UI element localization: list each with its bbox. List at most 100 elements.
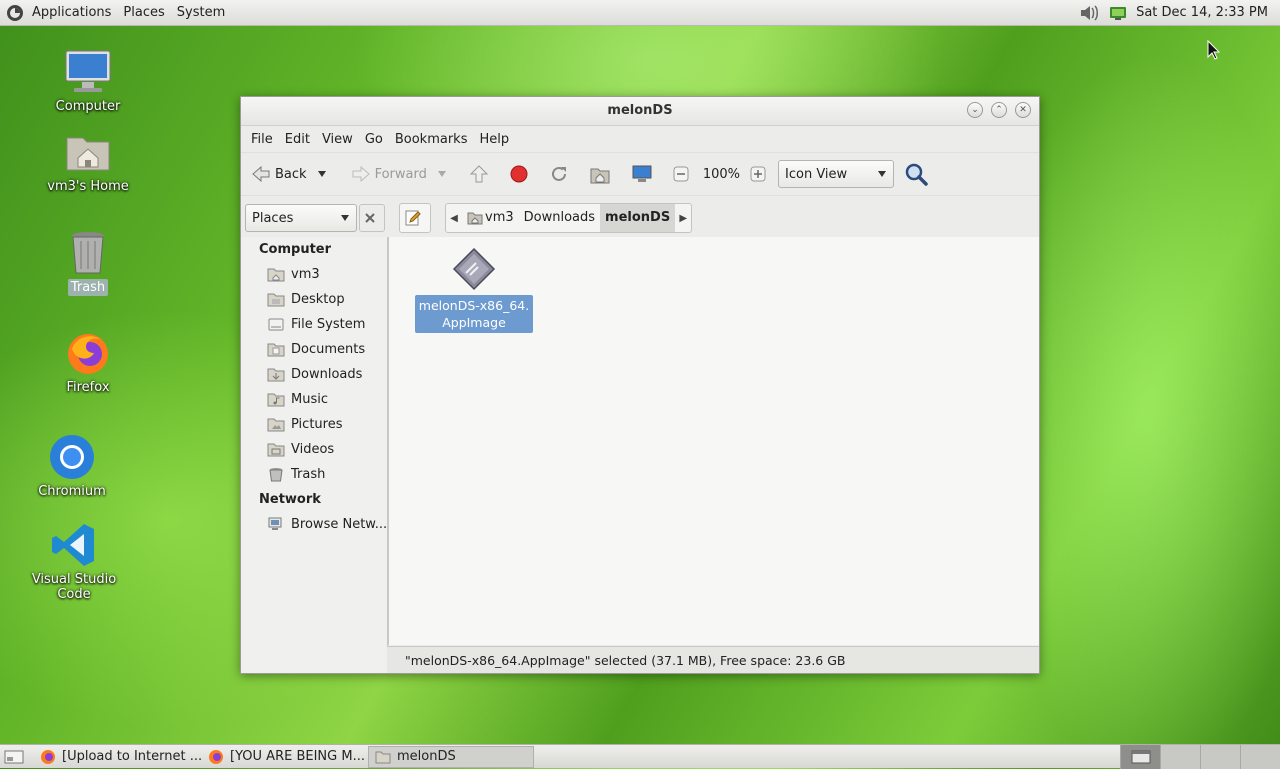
sidebar-item-trash[interactable]: Trash <box>241 462 387 487</box>
menu-edit[interactable]: Edit <box>279 132 316 147</box>
computer-icon <box>65 50 111 92</box>
sidebar-item-documents[interactable]: Documents <box>241 337 387 362</box>
folder-icon <box>267 393 285 407</box>
side-pane-label: Places <box>252 210 294 226</box>
taskbar-item-being-monitored[interactable]: [YOU ARE BEING M... <box>202 746 368 768</box>
executable-file-icon <box>452 247 496 291</box>
view-mode-select[interactable]: Icon View <box>778 160 895 188</box>
volume-icon[interactable] <box>1078 4 1100 22</box>
status-bar: "melonDS-x86_64.AppImage" selected (37.1… <box>387 646 1039 673</box>
taskbar-item-upload[interactable]: [Upload to Internet ... <box>34 746 202 768</box>
side-pane-select[interactable]: Places <box>245 204 357 232</box>
minimize-button[interactable]: ⌄ <box>967 102 983 118</box>
folder-icon <box>267 293 285 307</box>
desktop-icon-label: vm3's Home <box>47 179 129 194</box>
stop-button[interactable] <box>505 159 537 189</box>
zoom-in-icon <box>750 166 766 182</box>
folder-icon <box>267 368 285 382</box>
network-icon[interactable] <box>1108 4 1128 22</box>
clock[interactable]: Sat Dec 14, 2:33 PM <box>1136 5 1268 20</box>
forward-history-dropdown[interactable] <box>433 159 455 189</box>
top-menu: Applications Places System <box>0 0 231 26</box>
desktop-icon-chromium[interactable]: Chromium <box>17 433 127 500</box>
desktop-icon-vscode[interactable]: Visual Studio Code <box>19 521 129 603</box>
file-view[interactable]: melonDS-x86_64. AppImage <box>388 237 1039 645</box>
breadcrumb-scroll-left[interactable]: ◀ <box>446 204 462 232</box>
top-panel: Applications Places System Sat Dec 14, 2… <box>0 0 1280 26</box>
desktop-icon-computer[interactable]: Computer <box>33 48 143 115</box>
stop-icon <box>510 165 528 183</box>
sidebar-item-music[interactable]: Music <box>241 387 387 412</box>
home-button[interactable] <box>585 159 619 189</box>
bottom-panel: [Upload to Internet ... [YOU ARE BEING M… <box>0 744 1280 769</box>
firefox-icon <box>68 334 108 374</box>
distro-logo-icon[interactable] <box>6 4 24 22</box>
sidebar-item-browse-network[interactable]: Browse Netw... <box>241 512 387 537</box>
trash-icon <box>72 232 104 274</box>
trash-icon <box>269 468 283 482</box>
breadcrumb-scroll-right[interactable]: ▶ <box>675 204 691 232</box>
home-folder-icon <box>467 212 483 225</box>
window-title: melonDS <box>607 103 673 118</box>
workspace-1[interactable] <box>1120 744 1160 769</box>
breadcrumb-vm3[interactable]: vm3 <box>462 204 519 232</box>
sidebar-heading-computer: Computer <box>259 242 332 257</box>
sidebar-item-videos[interactable]: Videos <box>241 437 387 462</box>
sidebar-item-pictures[interactable]: Pictures <box>241 412 387 437</box>
breadcrumb-melonds[interactable]: melonDS <box>600 204 676 232</box>
back-label: Back <box>275 166 307 182</box>
network-icon <box>268 517 282 530</box>
sidebar-item-desktop[interactable]: Desktop <box>241 287 387 312</box>
chevron-down-icon <box>437 171 446 177</box>
maximize-button[interactable]: ⌃ <box>991 102 1007 118</box>
toggle-location-entry-button[interactable] <box>399 203 431 233</box>
menu-file[interactable]: File <box>245 132 279 147</box>
folder-icon <box>267 443 285 457</box>
drive-icon <box>268 318 284 331</box>
search-button[interactable] <box>900 159 936 189</box>
menu-help[interactable]: Help <box>473 132 515 147</box>
zoom-out-button[interactable] <box>669 159 697 189</box>
workspace-2[interactable] <box>1160 744 1200 769</box>
sidebar-item-downloads[interactable]: Downloads <box>241 362 387 387</box>
reload-button[interactable] <box>545 159 577 189</box>
back-button[interactable]: Back <box>247 159 311 189</box>
content-area: Computer vm3 Desktop File System Documen… <box>241 237 1039 673</box>
zoom-in-button[interactable] <box>746 159 774 189</box>
workspace-3[interactable] <box>1200 744 1240 769</box>
close-side-pane-button[interactable] <box>359 204 385 232</box>
zoom-level[interactable]: 100% <box>699 159 744 189</box>
firefox-icon <box>209 749 223 764</box>
back-history-dropdown[interactable] <box>313 159 335 189</box>
up-button[interactable] <box>465 159 497 189</box>
system-menu[interactable]: System <box>171 0 231 26</box>
window-titlebar[interactable]: melonDS ⌄ ⌃ ✕ <box>241 97 1039 126</box>
close-button[interactable]: ✕ <box>1015 102 1031 118</box>
desktop-icon-trash[interactable]: Trash <box>33 229 143 296</box>
breadcrumb-downloads[interactable]: Downloads <box>519 204 600 232</box>
sidebar-item-file-system[interactable]: File System <box>241 312 387 337</box>
applications-menu[interactable]: Applications <box>26 0 117 26</box>
top-panel-tray: Sat Dec 14, 2:33 PM <box>1078 4 1280 22</box>
location-bar: Places ◀ vm3 Downloads melonDS ▶ <box>241 195 1039 240</box>
computer-button[interactable] <box>627 159 661 189</box>
forward-button[interactable]: Forward <box>347 159 431 189</box>
menu-bookmarks[interactable]: Bookmarks <box>389 132 474 147</box>
places-menu[interactable]: Places <box>117 0 170 26</box>
show-desktop-button[interactable] <box>0 746 34 768</box>
desktop-icon-home[interactable]: vm3's Home <box>33 128 143 195</box>
desktop-icon-label: Trash <box>67 279 109 296</box>
menu-go[interactable]: Go <box>359 132 389 147</box>
taskbar-item-melonds[interactable]: melonDS <box>368 745 534 768</box>
breadcrumb: ◀ vm3 Downloads melonDS ▶ <box>445 203 693 233</box>
workspace-4[interactable] <box>1240 744 1280 769</box>
home-icon <box>590 168 610 184</box>
desktop-icon-firefox[interactable]: Firefox <box>33 329 143 396</box>
file-item-melonds-appimage[interactable]: melonDS-x86_64. AppImage <box>415 247 533 333</box>
menu-view[interactable]: View <box>316 132 359 147</box>
sidebar-item-vm3[interactable]: vm3 <box>241 262 387 287</box>
chevron-down-icon <box>341 215 349 221</box>
desktop-icon-label: Firefox <box>66 380 110 395</box>
show-desktop-icon <box>4 750 24 763</box>
workspace-window-icon <box>1131 750 1150 763</box>
